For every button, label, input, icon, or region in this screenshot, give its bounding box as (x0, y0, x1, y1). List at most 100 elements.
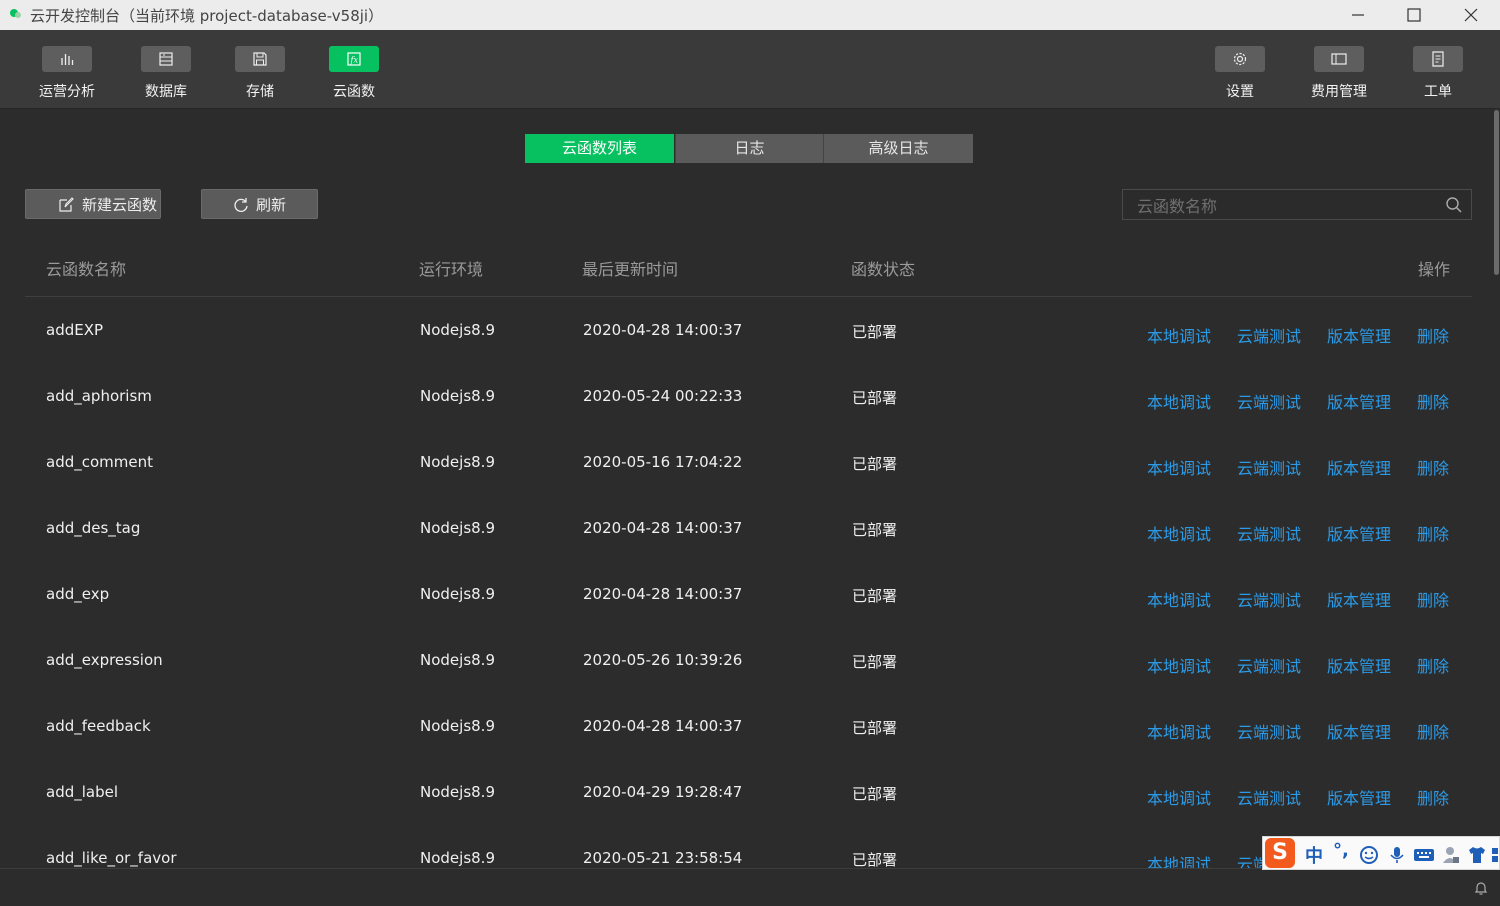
tab-logs[interactable]: 日志 (675, 134, 823, 163)
column-header-updated: 最后更新时间 (582, 260, 679, 279)
local-debug-link[interactable]: 本地调试 (1147, 851, 1211, 868)
delete-link[interactable]: 删除 (1417, 455, 1449, 479)
microphone-icon[interactable] (1387, 845, 1407, 865)
new-function-button[interactable]: 新建云函数 (25, 189, 161, 219)
toolbar-item-ticket[interactable]: 工单 (1393, 46, 1483, 104)
cloud-test-link[interactable]: 云端测试 (1237, 587, 1301, 611)
updated-time: 2020-04-28 14:00:37 (583, 585, 743, 603)
search-box (1122, 189, 1472, 220)
toolbar-label: 工单 (1424, 84, 1452, 100)
function-name: add_feedback (46, 717, 151, 735)
version-manage-link[interactable]: 版本管理 (1327, 785, 1391, 809)
cloud-test-link[interactable]: 云端测试 (1237, 455, 1301, 479)
updated-time: 2020-05-26 10:39:26 (583, 651, 743, 669)
maximize-button[interactable] (1386, 0, 1442, 30)
version-manage-link[interactable]: 版本管理 (1327, 455, 1391, 479)
user-icon[interactable] (1441, 845, 1461, 865)
ime-punctuation-toggle[interactable]: °, (1333, 840, 1349, 861)
delete-link[interactable]: 删除 (1417, 389, 1449, 413)
cloud-test-link[interactable]: 云端测试 (1237, 785, 1301, 809)
status-badge: 已部署 (852, 455, 898, 473)
version-manage-link[interactable]: 版本管理 (1327, 389, 1391, 413)
cloud-test-link[interactable]: 云端测试 (1237, 521, 1301, 545)
billing-icon (1331, 53, 1347, 65)
delete-link[interactable]: 删除 (1417, 719, 1449, 743)
delete-link[interactable]: 删除 (1417, 521, 1449, 545)
toolbar-item-cloud-function[interactable]: fx 云函数 (309, 46, 399, 104)
refresh-label: 刷新 (256, 196, 287, 214)
version-manage-link[interactable]: 版本管理 (1327, 719, 1391, 743)
function-tabs: 云函数列表 日志 高级日志 (525, 134, 973, 163)
refresh-button[interactable]: 刷新 (201, 189, 318, 219)
delete-link[interactable]: 删除 (1417, 323, 1449, 347)
toolbar-label: 云函数 (333, 84, 375, 100)
table-header: 云函数名称 运行环境 最后更新时间 函数状态 操作 (25, 240, 1472, 297)
minimize-icon (1352, 14, 1364, 16)
close-button[interactable] (1443, 0, 1499, 30)
delete-link[interactable]: 删除 (1417, 785, 1449, 809)
toolbar-label: 费用管理 (1311, 84, 1367, 100)
version-manage-link[interactable]: 版本管理 (1327, 587, 1391, 611)
local-debug-link[interactable]: 本地调试 (1147, 653, 1211, 677)
bell-icon[interactable] (1473, 880, 1489, 896)
version-manage-link[interactable]: 版本管理 (1327, 323, 1391, 347)
function-name: add_des_tag (46, 519, 141, 537)
function-name: addEXP (46, 321, 104, 339)
status-badge: 已部署 (852, 521, 898, 539)
search-icon[interactable] (1445, 196, 1463, 214)
minimize-button[interactable] (1330, 0, 1386, 30)
delete-link[interactable]: 删除 (1417, 653, 1449, 677)
toolbar-item-billing[interactable]: 费用管理 (1294, 46, 1384, 104)
function-name: add_aphorism (46, 387, 152, 405)
function-name: add_label (46, 783, 119, 801)
more-icon[interactable] (1491, 845, 1499, 865)
local-debug-link[interactable]: 本地调试 (1147, 455, 1211, 479)
runtime: Nodejs8.9 (420, 849, 495, 867)
refresh-icon (234, 198, 248, 212)
cloud-test-link[interactable]: 云端测试 (1237, 389, 1301, 413)
gear-icon (1233, 52, 1247, 66)
delete-link[interactable]: 删除 (1417, 587, 1449, 611)
table-row: add_expression Nodejs8.9 2020-05-26 10:3… (25, 627, 1472, 693)
scrollbar-thumb[interactable] (1494, 110, 1499, 275)
local-debug-link[interactable]: 本地调试 (1147, 719, 1211, 743)
vertical-scrollbar[interactable] (1494, 108, 1500, 868)
updated-time: 2020-05-24 00:22:33 (583, 387, 743, 405)
emoji-icon[interactable] (1359, 845, 1379, 865)
table-row: addEXP Nodejs8.9 2020-04-28 14:00:37 已部署… (25, 297, 1472, 363)
main-toolbar: 运营分析 数据库 存储 fx 云函数 设置 费用管理 工单 (0, 30, 1500, 109)
runtime: Nodejs8.9 (420, 519, 495, 537)
keyboard-icon[interactable] (1413, 845, 1435, 865)
local-debug-link[interactable]: 本地调试 (1147, 389, 1211, 413)
cloud-test-link[interactable]: 云端测试 (1237, 323, 1301, 347)
ime-logo-icon[interactable]: S (1265, 838, 1295, 868)
ime-mode-toggle[interactable]: 中 (1305, 842, 1323, 868)
column-header-status: 函数状态 (851, 260, 916, 279)
runtime: Nodejs8.9 (420, 321, 495, 339)
cloud-test-link[interactable]: 云端测试 (1237, 653, 1301, 677)
cloud-test-link[interactable]: 云端测试 (1237, 719, 1301, 743)
function-name: add_comment (46, 453, 153, 471)
version-manage-link[interactable]: 版本管理 (1327, 653, 1391, 677)
updated-time: 2020-04-28 14:00:37 (583, 717, 743, 735)
version-manage-link[interactable]: 版本管理 (1327, 521, 1391, 545)
tab-advanced-logs[interactable]: 高级日志 (823, 134, 973, 163)
ime-toolbar[interactable]: S 中 °, (1262, 836, 1500, 870)
local-debug-link[interactable]: 本地调试 (1147, 521, 1211, 545)
window-titlebar: 云开发控制台（当前环境 project-database-v58ji） (0, 0, 1500, 30)
skin-icon[interactable] (1467, 845, 1487, 865)
toolbar-label: 运营分析 (39, 84, 95, 100)
toolbar-item-database[interactable]: 数据库 (121, 46, 211, 104)
local-debug-link[interactable]: 本地调试 (1147, 587, 1211, 611)
tab-function-list[interactable]: 云函数列表 (525, 134, 674, 163)
search-input[interactable] (1135, 194, 1439, 218)
toolbar-item-analytics[interactable]: 运营分析 (22, 46, 112, 104)
maximize-icon (1407, 8, 1421, 22)
window-title: 云开发控制台（当前环境 project-database-v58ji） (30, 7, 384, 25)
local-debug-link[interactable]: 本地调试 (1147, 323, 1211, 347)
toolbar-item-storage[interactable]: 存储 (215, 46, 305, 104)
status-badge: 已部署 (852, 653, 898, 671)
local-debug-link[interactable]: 本地调试 (1147, 785, 1211, 809)
toolbar-item-settings[interactable]: 设置 (1195, 46, 1285, 104)
column-header-runtime: 运行环境 (419, 260, 484, 279)
